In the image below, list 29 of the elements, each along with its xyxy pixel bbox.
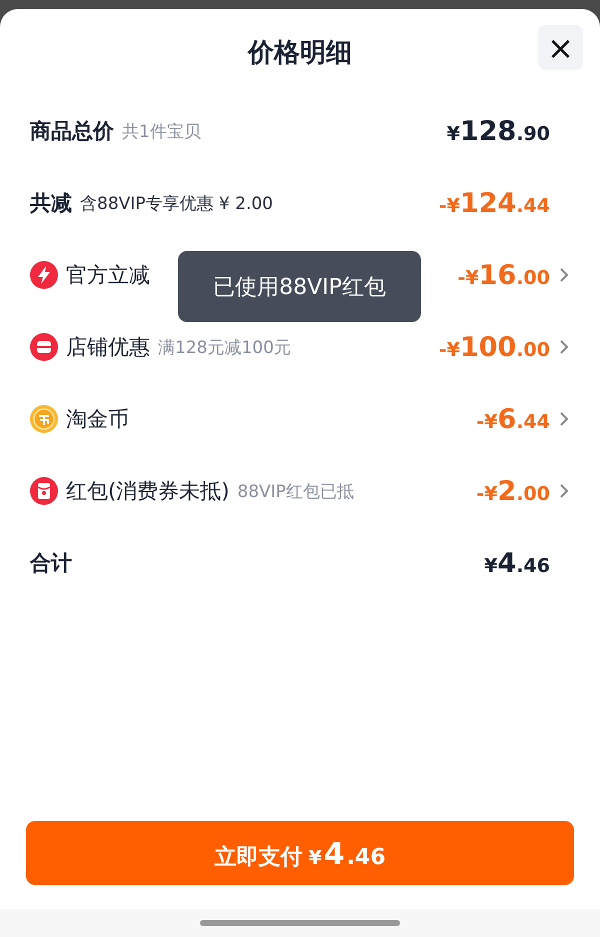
tooltip: 已使用88VIP红包 — [178, 251, 421, 322]
row-label: 店铺优惠 — [66, 334, 150, 361]
row-note: 88VIP红包已抵 — [237, 480, 354, 502]
chevron-icon[interactable] — [558, 267, 570, 283]
chevron-icon[interactable] — [558, 339, 570, 355]
row-label: 共减 — [30, 190, 72, 217]
sheet-title: 价格明细 — [248, 36, 352, 70]
row-note: 共1件宝贝 — [122, 120, 201, 142]
row-note: 含88VIP专享优惠 ¥ 2.00 — [80, 192, 274, 214]
price: ¥128.90 — [446, 116, 550, 146]
chevron-icon[interactable] — [558, 483, 570, 499]
price: -¥2.00 — [476, 476, 550, 506]
row-label: 商品总价 — [30, 118, 114, 145]
row-label: 官方立减 — [66, 262, 150, 289]
price: -¥100.00 — [438, 332, 550, 362]
coin-icon — [30, 405, 58, 433]
lightning-icon — [30, 261, 58, 289]
store-icon — [30, 333, 58, 361]
price: -¥6.44 — [476, 404, 550, 434]
chevron-icon[interactable] — [558, 411, 570, 427]
price: -¥16.00 — [458, 260, 550, 290]
row-label: 淘金币 — [66, 406, 129, 433]
price: -¥124.44 — [438, 188, 550, 218]
row-label: 红包(消费券未抵) — [66, 478, 230, 505]
row-label: 合计 — [30, 550, 72, 577]
close-button[interactable]: × — [538, 25, 583, 70]
envelope-icon — [30, 477, 58, 505]
price: ¥4.46 — [484, 548, 550, 578]
row-note: 满128元减100元 — [158, 336, 291, 358]
